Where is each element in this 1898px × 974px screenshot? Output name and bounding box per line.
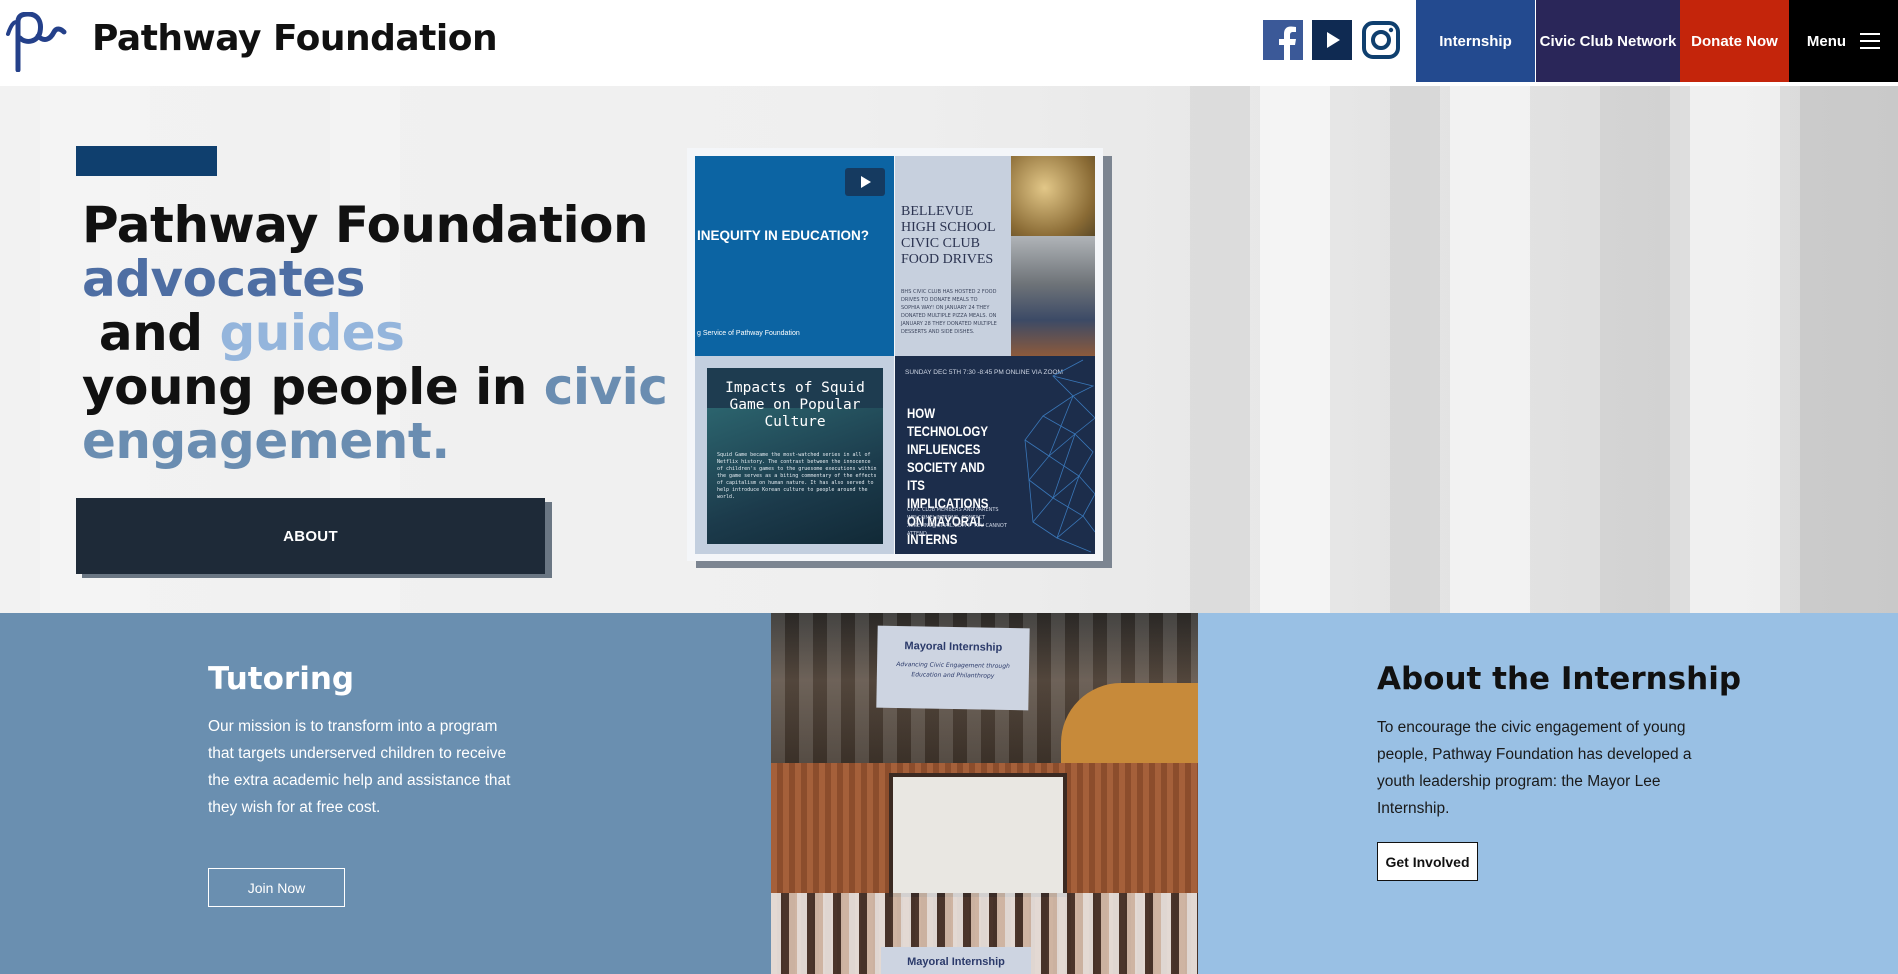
nav-internship-label: Internship <box>1439 32 1512 50</box>
tutoring-section: Tutoring Our mission is to transform int… <box>0 613 771 974</box>
squid-game-title: Impacts of Squid Game on Popular Culture <box>725 380 865 430</box>
food-drive-tile[interactable]: BELLEVUE HIGH SCHOOL CIVIC CLUB FOOD DRI… <box>895 156 1095 356</box>
photo-projection-screen <box>889 773 1067 897</box>
food-drive-title: BELLEVUE HIGH SCHOOL CIVIC CLUB FOOD DRI… <box>901 204 995 267</box>
internship-description: To encourage the civic engagement of you… <box>1377 719 1692 817</box>
mayoral-internship-banner: Mayoral Internship Advancing Civic Engag… <box>876 625 1030 711</box>
internship-title: About the Internship <box>1377 661 1742 697</box>
tutoring-title: Tutoring <box>208 661 355 697</box>
pathway-logo-icon[interactable] <box>4 12 68 72</box>
facebook-icon[interactable] <box>1263 20 1303 60</box>
nav-donate-label: Donate Now <box>1691 32 1778 50</box>
get-involved-label: Get Involved <box>1385 853 1470 870</box>
volunteers-photo <box>1011 236 1095 356</box>
join-now-label: Join Now <box>247 879 306 896</box>
about-button[interactable]: ABOUT <box>76 498 545 574</box>
headline-engagement: engagement. <box>82 412 450 470</box>
technology-talk-tile[interactable]: SUNDAY DEC 5TH 7:30 -8:45 PM ONLINE VIA … <box>895 356 1095 554</box>
video-tile[interactable]: INEQUITY IN EDUCATION? g Service of Path… <box>695 156 894 356</box>
nav-civic-club-label: Civic Club Network <box>1539 32 1677 50</box>
mayoral-internship-banner-bottom: Mayoral Internship <box>881 947 1031 974</box>
video-title: INEQUITY IN EDUCATION? <box>697 228 870 243</box>
background-shadow <box>1800 86 1898 613</box>
headline-civic: civic <box>543 358 668 416</box>
background-pillar <box>1260 86 1330 613</box>
background-pillar <box>1450 86 1530 613</box>
instagram-icon[interactable] <box>1361 20 1401 60</box>
hamburger-menu-icon <box>1860 33 1881 49</box>
banner-subtitle: Advancing Civic Engagement through Educa… <box>896 661 1010 680</box>
video-caption: g Service of Pathway Foundation <box>697 330 800 337</box>
site-header: Pathway Foundation Internship Civic Club… <box>0 0 1898 86</box>
nav-civic-club-button[interactable]: Civic Club Network <box>1536 0 1680 82</box>
squid-game-poster: Impacts of Squid Game on Popular Culture… <box>707 368 883 544</box>
network-mesh-graphic <box>1024 359 1095 553</box>
talk-details: CIVIC CLUB MEMBERS AND PARENTS WELCOME! … <box>907 507 1007 537</box>
hero-headline: Pathway Foundation advocates and guides … <box>82 198 682 468</box>
banner-title: Mayoral Internship <box>904 640 1003 654</box>
headline-young-people: young people in <box>82 358 544 416</box>
nav-donate-button[interactable]: Donate Now <box>1680 0 1789 82</box>
headline-advocates: advocates <box>82 250 365 308</box>
event-collage: INEQUITY IN EDUCATION? g Service of Path… <box>687 148 1103 561</box>
squid-game-text: Squid Game became the most-watched serie… <box>717 452 877 500</box>
hero-section: Pathway Foundation advocates and guides … <box>0 86 1898 613</box>
internship-group-photo: Mayoral Internship Advancing Civic Engag… <box>771 613 1198 974</box>
about-button-label: ABOUT <box>283 527 338 545</box>
food-drive-details: BHS CIVIC CLUB HAS HOSTED 2 FOOD DRIVES … <box>901 289 997 335</box>
tutoring-description: Our mission is to transform into a progr… <box>208 718 511 816</box>
internship-section: About the Internship To encourage the ci… <box>1198 613 1898 974</box>
background-shadow <box>1190 86 1250 613</box>
background-shadow <box>1390 86 1440 613</box>
get-involved-button[interactable]: Get Involved <box>1377 842 1478 881</box>
nav-internship-button[interactable]: Internship <box>1416 0 1535 82</box>
food-photo <box>1011 156 1095 236</box>
play-icon[interactable] <box>845 168 885 196</box>
menu-button[interactable]: Menu <box>1789 0 1898 82</box>
site-title[interactable]: Pathway Foundation <box>92 18 498 59</box>
background-pillar <box>1690 86 1780 613</box>
join-now-button[interactable]: Join Now <box>208 868 345 907</box>
headline-and: and <box>82 304 220 362</box>
headline-line1: Pathway Foundation <box>82 196 649 254</box>
hero-accent-bar <box>76 146 217 176</box>
banner-bottom-title: Mayoral Internship <box>907 956 1005 968</box>
youtube-icon[interactable] <box>1312 20 1352 60</box>
squid-game-tile[interactable]: Impacts of Squid Game on Popular Culture… <box>695 356 894 554</box>
background-shadow <box>1600 86 1670 613</box>
menu-label: Menu <box>1806 32 1847 50</box>
headline-guides: guides <box>219 304 405 362</box>
